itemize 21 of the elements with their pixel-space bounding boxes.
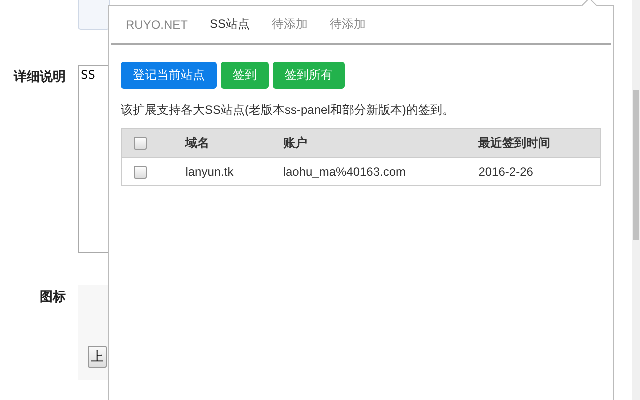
- select-all-checkbox[interactable]: [134, 137, 147, 150]
- column-header: 账户: [283, 136, 308, 150]
- tab[interactable]: 待添加: [261, 16, 320, 33]
- column-header: 最近签到时间: [478, 136, 551, 150]
- scrollbar-thumb[interactable]: [633, 90, 639, 240]
- field-label: 图标: [39, 288, 66, 306]
- tab[interactable]: RUYO.NET: [115, 18, 200, 32]
- description-text: 该扩展支持各大SS站点(老版本ss-panel和部分新版本)的签到。: [121, 102, 456, 119]
- upload-button[interactable]: 上: [88, 346, 107, 368]
- scrollbar[interactable]: [632, 0, 640, 400]
- tab[interactable]: 待添加: [319, 16, 378, 33]
- register-button[interactable]: 登记当前站点: [121, 62, 217, 89]
- sign-in-button[interactable]: 签到: [221, 62, 269, 89]
- field-label: 详细说明: [12, 68, 66, 86]
- row-checkbox[interactable]: [134, 166, 147, 179]
- table-cell: 2016-2-26: [478, 164, 534, 178]
- table-cell: lanyun.tk: [186, 164, 234, 178]
- tab[interactable]: SS站点: [199, 16, 262, 33]
- sign-in-button[interactable]: 签到所有: [273, 62, 345, 89]
- table-cell: laohu_ma%40163.com: [283, 164, 406, 178]
- column-header: 域名: [186, 136, 210, 150]
